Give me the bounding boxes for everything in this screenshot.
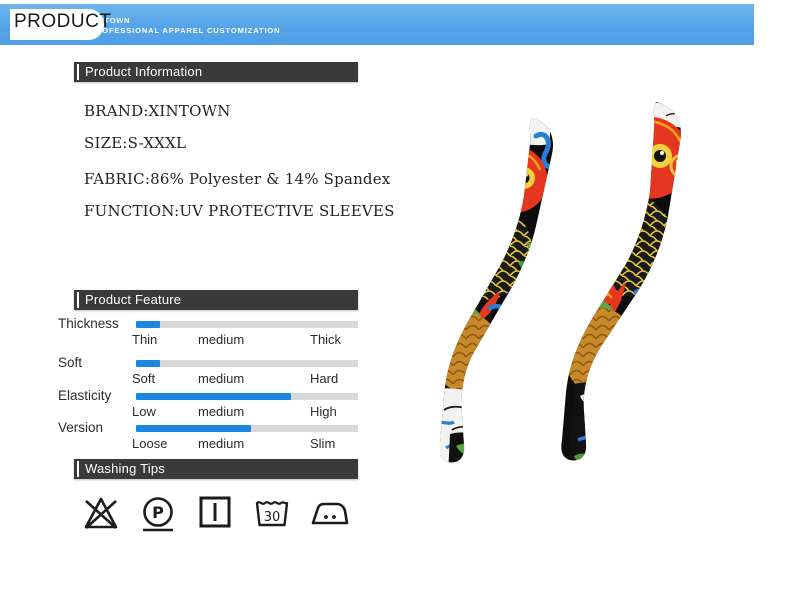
section-header-washing-tips: Washing Tips <box>74 459 358 479</box>
feature-row-version: Version Loose medium Slim <box>0 420 380 460</box>
feature-scale-mid: medium <box>198 332 245 347</box>
feature-slider-track[interactable] <box>136 321 358 328</box>
feature-scale-low: Thin <box>132 332 158 347</box>
feature-scale-low: Loose <box>132 436 168 451</box>
info-line-function: FUNCTION:UV PROTECTIVE SLEEVES <box>84 202 395 220</box>
feature-scale-low: Low <box>132 404 156 419</box>
iron-two-dots-icon <box>306 491 352 537</box>
feature-label: Soft <box>58 355 83 370</box>
feature-slider-track[interactable] <box>136 425 358 432</box>
feature-slider-track[interactable] <box>136 393 358 400</box>
machine-wash-30-icon: 30 <box>249 491 295 537</box>
feature-slider-fill <box>136 360 161 367</box>
section-title-product-feature: Product Feature <box>85 292 182 307</box>
dry-clean-p-icon: P <box>135 491 181 537</box>
section-accent-tick <box>77 292 79 308</box>
feature-slider-fill <box>136 425 252 432</box>
section-accent-tick <box>77 461 79 477</box>
feature-scale-high: High <box>310 404 337 419</box>
section-header-product-feature: Product Feature <box>74 290 358 310</box>
feature-slider-fill <box>136 321 161 328</box>
section-header-product-information: Product Information <box>74 62 358 82</box>
feature-scale-high: Slim <box>310 436 336 451</box>
feature-scale-high: Hard <box>310 371 339 386</box>
feature-label: Version <box>58 420 104 435</box>
feature-scale-mid: medium <box>198 404 245 419</box>
feature-scale-mid: medium <box>198 371 245 386</box>
product-photo-tattoo-sleeves <box>439 96 690 476</box>
feature-scale-high: Thick <box>310 332 342 347</box>
svg-text:30: 30 <box>264 510 281 525</box>
svg-text:P: P <box>152 503 164 522</box>
drip-dry-icon <box>192 491 238 537</box>
feature-slider-track[interactable] <box>136 360 358 367</box>
feature-row-thickness: Thickness Thin medium Thick <box>0 316 380 356</box>
brand-tagline: PROFESSIONAL APPAREL CUSTOMIZATION <box>90 26 281 35</box>
page-title: PRODUCT <box>14 11 112 32</box>
feature-scale-low: Soft <box>132 371 156 386</box>
feature-label: Thickness <box>58 316 119 331</box>
feature-slider-fill <box>136 393 292 400</box>
feature-scale-mid: medium <box>198 436 245 451</box>
section-accent-tick <box>77 64 79 80</box>
section-title-product-information: Product Information <box>85 64 203 79</box>
washing-icon-row: P 30 <box>78 491 368 537</box>
info-line-fabric: FABRIC:86% Polyester & 14% Spandex <box>84 170 391 188</box>
info-line-size: SIZE:S-XXXL <box>84 134 187 152</box>
feature-label: Elasticity <box>58 388 112 403</box>
do-not-bleach-icon <box>78 491 124 537</box>
info-line-brand: BRAND:XINTOWN <box>84 102 231 120</box>
section-title-washing-tips: Washing Tips <box>85 461 165 476</box>
